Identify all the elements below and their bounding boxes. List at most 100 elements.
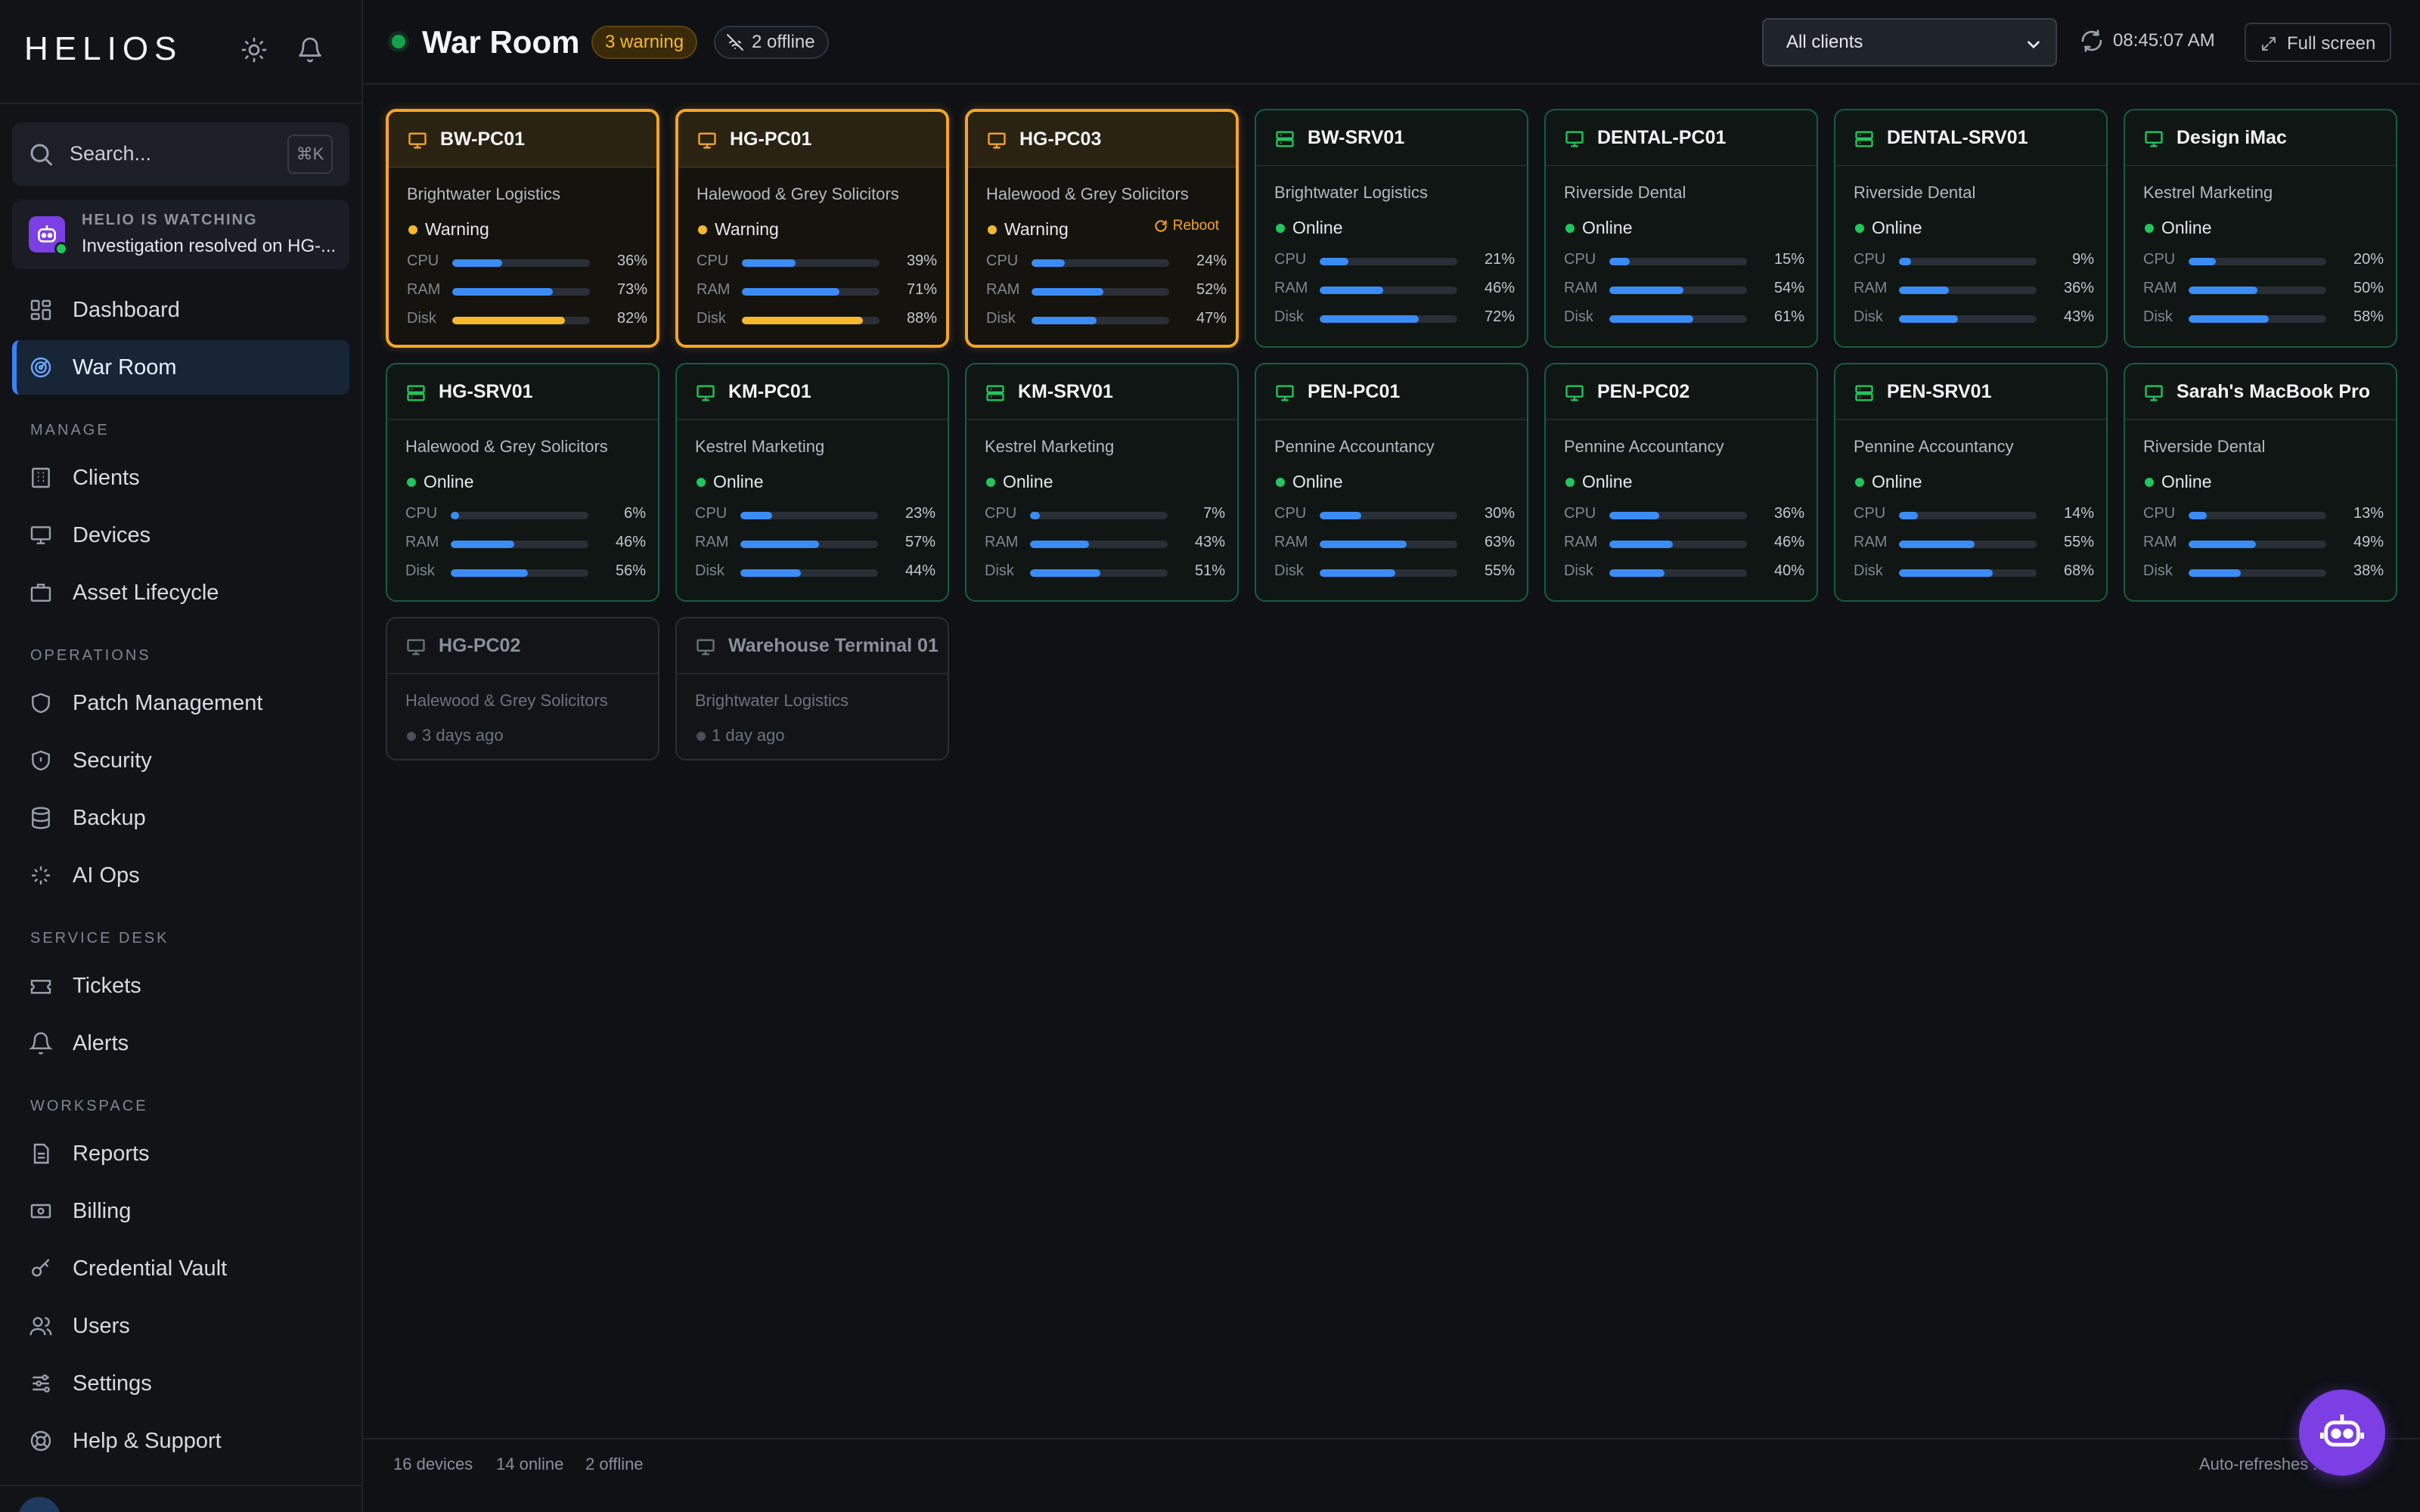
nav-reports[interactable]: Reports — [12, 1126, 349, 1181]
metric-bar-track — [742, 317, 880, 324]
disk-metric: Disk 47% — [986, 310, 1227, 330]
device-client: Brightwater Logistics — [407, 184, 560, 203]
search-input[interactable]: Search... ⌘K — [12, 122, 349, 186]
reboot-label: Reboot — [1172, 218, 1219, 234]
nav-label: AI Ops — [73, 863, 140, 888]
refresh-icon[interactable] — [2080, 29, 2104, 53]
nav-dashboard[interactable]: Dashboard — [12, 283, 349, 337]
fullscreen-label: Full screen — [2287, 33, 2376, 54]
ram-metric: RAM 49% — [2143, 534, 2384, 553]
nav-security[interactable]: Security — [12, 733, 349, 788]
device-card[interactable]: DENTAL-PC01 Riverside Dental Online CPU 15% R… — [1544, 109, 1818, 348]
client-filter-select[interactable]: All clients — [1762, 18, 2057, 67]
metric-label: Disk — [1854, 562, 1883, 579]
helio-watching-panel[interactable]: HELIO IS WATCHING Investigation resolved… — [12, 200, 349, 269]
nav-credential-vault[interactable]: Credential Vault — [12, 1241, 349, 1296]
metric-value: 54% — [1773, 280, 1804, 296]
metric-bar-track — [1609, 512, 1747, 519]
device-card[interactable]: HG-PC03 Halewood & Grey Solicitors Warning… — [965, 109, 1239, 348]
device-card-header: HG-PC02 — [387, 618, 658, 674]
ram-metric: RAM 46% — [405, 534, 646, 553]
search-placeholder: Search... — [70, 142, 152, 165]
desktop-icon — [1564, 383, 1585, 404]
ram-metric: RAM 73% — [407, 281, 647, 301]
shield-icon — [29, 691, 53, 715]
nav-backup[interactable]: Backup — [12, 791, 349, 845]
disk-metric: Disk 56% — [405, 562, 646, 582]
ram-metric: RAM 52% — [986, 281, 1227, 301]
device-card[interactable]: KM-PC01 Kestrel Marketing Online CPU 23% RAM 5… — [675, 363, 949, 602]
nav-ai-ops[interactable]: AI Ops — [12, 848, 349, 903]
device-name: Sarah's MacBook Pro — [2176, 381, 2371, 402]
metric-label: RAM — [1854, 534, 1888, 550]
metric-bar-track — [1320, 541, 1457, 548]
device-card-header: DENTAL-SRV01 — [1835, 110, 2106, 166]
status-dot — [407, 732, 416, 741]
nav-label: Alerts — [73, 1031, 129, 1055]
status-dot — [407, 478, 416, 487]
status-dot — [1855, 224, 1864, 233]
nav-war-room[interactable]: War Room — [12, 340, 349, 395]
cpu-metric: CPU 23% — [695, 505, 935, 525]
device-card[interactable]: Design iMac Kestrel Marketing Online CPU 20%… — [2124, 109, 2397, 348]
metric-bar-track — [1899, 258, 2037, 265]
metric-bar-track — [1030, 569, 1168, 577]
metric-value: 36% — [2063, 280, 2094, 296]
nav-settings[interactable]: Settings — [12, 1356, 349, 1411]
nav-devices[interactable]: Devices — [12, 508, 349, 562]
device-card[interactable]: Warehouse Terminal 01 Brightwater Logisti… — [675, 617, 949, 761]
metric-bar-track — [2189, 541, 2326, 548]
nav-patch-management[interactable]: Patch Management — [12, 676, 349, 730]
device-status: Online — [1292, 472, 1343, 491]
section-service-desk: SERVICE DESK — [30, 930, 169, 947]
bell-icon[interactable] — [296, 36, 324, 64]
nav-help-support[interactable]: Help & Support — [12, 1414, 349, 1468]
metric-label: RAM — [407, 281, 441, 298]
ram-metric: RAM 57% — [695, 534, 935, 553]
device-name: HG-PC02 — [439, 635, 521, 656]
user-avatar[interactable] — [18, 1497, 60, 1512]
offline-count-badge[interactable]: 2 offline — [714, 26, 829, 59]
reboot-button[interactable]: Reboot — [1153, 218, 1219, 234]
logo[interactable]: HELIOS — [24, 30, 182, 67]
nav-tickets[interactable]: Tickets — [12, 959, 349, 1013]
nav-billing[interactable]: Billing — [12, 1184, 349, 1238]
device-card[interactable]: BW-SRV01 Brightwater Logistics Online CPU 21… — [1255, 109, 1528, 348]
device-card[interactable]: BW-PC01 Brightwater Logistics Warning CPU 36… — [386, 109, 659, 348]
nav-users[interactable]: Users — [12, 1299, 349, 1353]
warning-count-badge[interactable]: 3 warning — [591, 26, 698, 59]
device-card[interactable]: HG-PC02 Halewood & Grey Solicitors 3 days … — [386, 617, 659, 761]
device-card[interactable]: HG-PC01 Halewood & Grey Solicitors Warning… — [675, 109, 949, 348]
metric-value: 49% — [2353, 534, 2384, 550]
metric-label: CPU — [1274, 505, 1307, 522]
metric-value: 7% — [1203, 505, 1225, 522]
device-card[interactable]: DENTAL-SRV01 Riverside Dental Online CPU 9% R… — [1834, 109, 2108, 348]
device-status: Online — [2161, 472, 2212, 491]
status-dot — [1276, 478, 1285, 487]
device-client: Kestrel Marketing — [985, 437, 1115, 456]
metric-value: 20% — [2353, 251, 2384, 268]
device-card[interactable]: Sarah's MacBook Pro Riverside Dental Onlin… — [2124, 363, 2397, 602]
sun-icon[interactable] — [240, 36, 268, 64]
cpu-metric: CPU 36% — [407, 253, 647, 272]
page-header: War Room 3 warning 2 offline All clients… — [363, 0, 2420, 85]
device-client: Pennine Accountancy — [1274, 437, 1435, 456]
nav-alerts[interactable]: Alerts — [12, 1016, 349, 1070]
device-card[interactable]: PEN-SRV01 Pennine Accountancy Online CPU 14%… — [1834, 363, 2108, 602]
metric-bar-fill — [2189, 512, 2207, 519]
device-card[interactable]: HG-SRV01 Halewood & Grey Solicitors Online… — [386, 363, 659, 602]
device-card[interactable]: KM-SRV01 Kestrel Marketing Online CPU 7% RAM 4… — [965, 363, 1239, 602]
device-card[interactable]: PEN-PC01 Pennine Accountancy Online CPU 30% R… — [1255, 363, 1528, 602]
device-card[interactable]: PEN-PC02 Pennine Accountancy Online CPU 36% R… — [1544, 363, 1818, 602]
metric-bar-fill — [742, 288, 840, 296]
metric-bar-fill — [1609, 258, 1630, 265]
assistant-bot-button[interactable] — [2299, 1390, 2385, 1476]
metric-bar-fill — [1030, 569, 1100, 577]
nav-asset-lifecycle[interactable]: Asset Lifecycle — [12, 565, 349, 620]
metric-bar-track — [1899, 569, 2037, 577]
metric-bar-track — [1609, 569, 1747, 577]
device-name: PEN-PC02 — [1597, 381, 1690, 402]
fullscreen-button[interactable]: Full screen — [2245, 23, 2391, 62]
metric-bar-fill — [1030, 512, 1040, 519]
nav-clients[interactable]: Clients — [12, 451, 349, 505]
